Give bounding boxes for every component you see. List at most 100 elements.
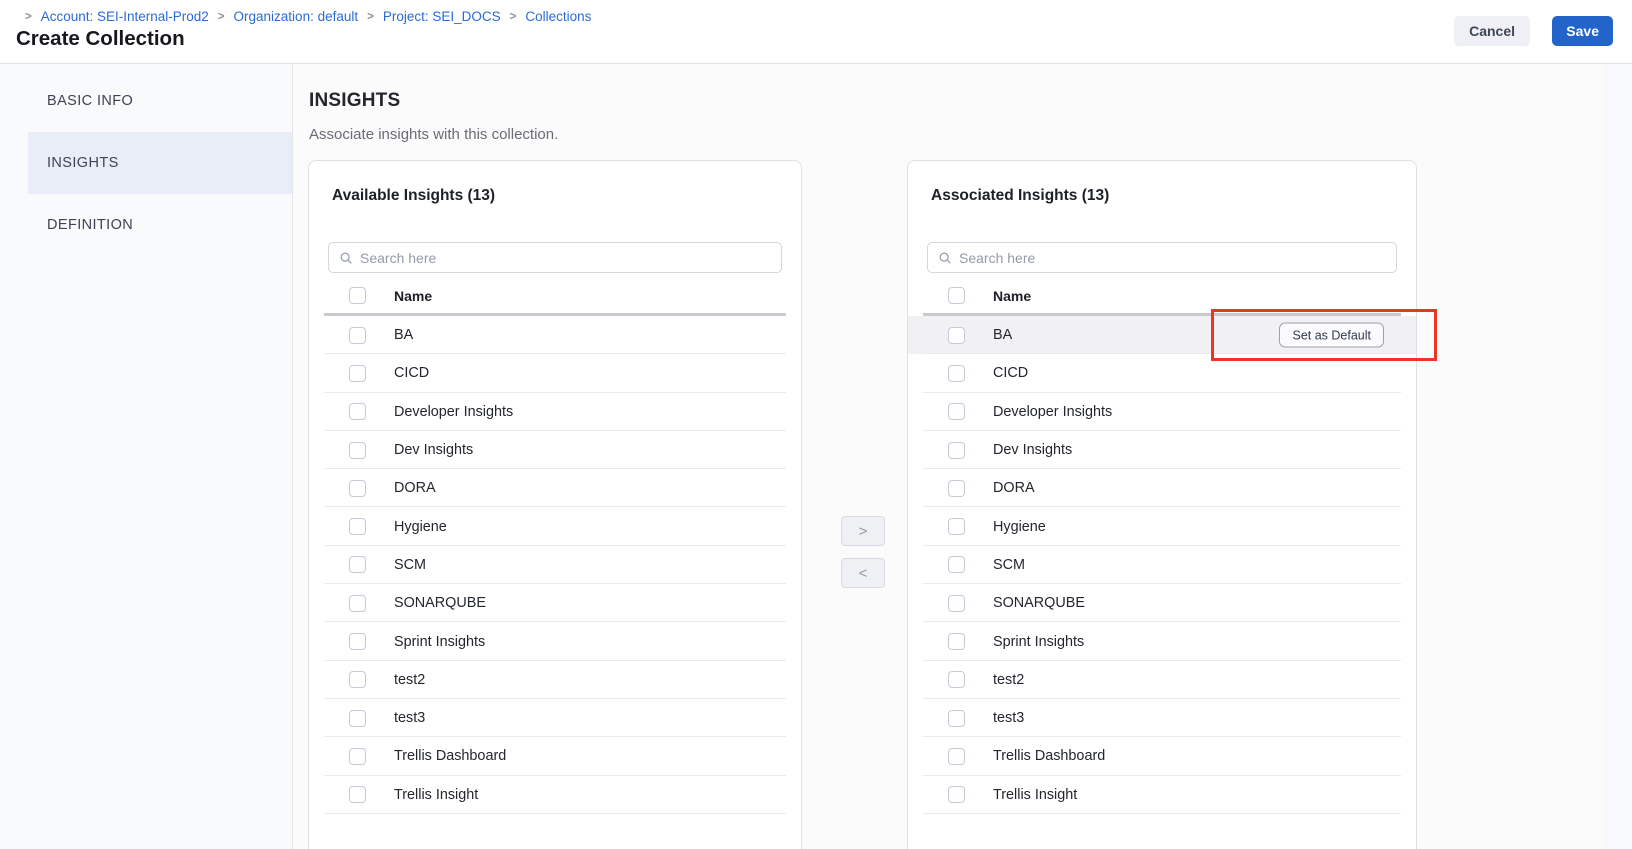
row-checkbox[interactable] xyxy=(948,403,965,420)
search-input[interactable] xyxy=(360,250,781,266)
table-row[interactable]: Trellis Insight xyxy=(908,776,1416,814)
insight-name: SCM xyxy=(993,557,1025,573)
row-checkbox[interactable] xyxy=(349,442,366,459)
table-row[interactable]: Dev Insights xyxy=(908,431,1416,469)
table-row[interactable]: Dev Insights xyxy=(309,431,801,469)
insight-name: Dev Insights xyxy=(993,442,1072,458)
available-panel-title: Available Insights (13) xyxy=(332,187,495,205)
sidebar-item[interactable]: INSIGHTS xyxy=(28,132,292,194)
insight-name: test3 xyxy=(993,710,1024,726)
row-checkbox[interactable] xyxy=(349,403,366,420)
row-checkbox[interactable] xyxy=(948,480,965,497)
insight-name: Hygiene xyxy=(394,519,447,535)
associated-panel-title: Associated Insights (13) xyxy=(931,187,1109,205)
section-heading: INSIGHTS xyxy=(309,90,400,112)
row-checkbox[interactable] xyxy=(948,556,965,573)
move-left-button[interactable]: < xyxy=(841,558,885,588)
insight-name: Developer Insights xyxy=(993,404,1112,420)
sidebar-item[interactable]: DEFINITION xyxy=(28,194,292,256)
move-right-button[interactable]: > xyxy=(841,516,885,546)
table-row[interactable]: BA xyxy=(309,316,801,354)
row-checkbox[interactable] xyxy=(349,480,366,497)
insight-name: Trellis Dashboard xyxy=(394,748,506,764)
breadcrumb-separator-icon: > xyxy=(218,11,225,23)
row-checkbox[interactable] xyxy=(349,633,366,650)
table-row[interactable]: test2 xyxy=(309,661,801,699)
row-checkbox[interactable] xyxy=(948,710,965,727)
row-checkbox[interactable] xyxy=(349,595,366,612)
insight-name: BA xyxy=(394,327,413,343)
name-column-header: Name xyxy=(993,288,1031,304)
select-all-checkbox[interactable] xyxy=(349,287,366,304)
section-subheading: Associate insights with this collection. xyxy=(309,126,558,143)
row-checkbox[interactable] xyxy=(948,595,965,612)
table-row[interactable]: Trellis Insight xyxy=(309,776,801,814)
sidebar-item[interactable]: BASIC INFO xyxy=(28,70,292,132)
insight-name: Developer Insights xyxy=(394,404,513,420)
row-checkbox[interactable] xyxy=(948,442,965,459)
row-checkbox[interactable] xyxy=(349,327,366,344)
row-checkbox[interactable] xyxy=(948,365,965,382)
table-row[interactable]: CICD xyxy=(908,354,1416,392)
breadcrumb-link[interactable]: Collections xyxy=(525,9,591,24)
sidebar-item-label: INSIGHTS xyxy=(47,155,119,171)
row-checkbox[interactable] xyxy=(349,556,366,573)
row-checkbox[interactable] xyxy=(349,786,366,803)
insight-name: Trellis Insight xyxy=(394,787,478,803)
table-header: Name xyxy=(324,278,786,316)
table-row[interactable]: BA Set as Default xyxy=(908,316,1416,354)
save-button[interactable]: Save xyxy=(1552,16,1613,46)
row-checkbox[interactable] xyxy=(948,327,965,344)
main-content: INSIGHTS Associate insights with this co… xyxy=(293,64,1632,849)
insight-name: CICD xyxy=(993,365,1028,381)
table-row[interactable]: test2 xyxy=(908,661,1416,699)
row-checkbox[interactable] xyxy=(349,518,366,535)
table-row[interactable]: SONARQUBE xyxy=(908,584,1416,622)
associated-insights-panel: Associated Insights (13) Name BA Set as … xyxy=(907,160,1417,849)
table-row[interactable]: Sprint Insights xyxy=(309,622,801,660)
table-row[interactable]: test3 xyxy=(908,699,1416,737)
associated-search-box xyxy=(927,242,1397,273)
breadcrumb-separator-icon: > xyxy=(25,11,32,23)
table-row[interactable]: Developer Insights xyxy=(908,393,1416,431)
row-checkbox[interactable] xyxy=(948,518,965,535)
sidebar-item-label: DEFINITION xyxy=(47,217,133,233)
row-checkbox[interactable] xyxy=(948,748,965,765)
table-row[interactable]: Trellis Dashboard xyxy=(908,737,1416,775)
table-row[interactable]: DORA xyxy=(908,469,1416,507)
row-checkbox[interactable] xyxy=(349,748,366,765)
insight-name: Sprint Insights xyxy=(993,634,1084,650)
breadcrumb-link[interactable]: Project: SEI_DOCS xyxy=(383,9,501,24)
table-row[interactable]: Sprint Insights xyxy=(908,622,1416,660)
table-row[interactable]: CICD xyxy=(309,354,801,392)
cancel-button[interactable]: Cancel xyxy=(1454,16,1530,46)
page-title: Create Collection xyxy=(16,27,185,51)
table-row[interactable]: SCM xyxy=(309,546,801,584)
row-checkbox[interactable] xyxy=(948,633,965,650)
table-row[interactable]: test3 xyxy=(309,699,801,737)
table-row[interactable]: SCM xyxy=(908,546,1416,584)
right-shade xyxy=(1605,64,1632,849)
row-checkbox[interactable] xyxy=(948,671,965,688)
search-input[interactable] xyxy=(959,250,1396,266)
select-all-checkbox[interactable] xyxy=(948,287,965,304)
insight-name: DORA xyxy=(394,480,436,496)
insight-name: SCM xyxy=(394,557,426,573)
table-row[interactable]: Hygiene xyxy=(309,507,801,545)
table-row[interactable]: Developer Insights xyxy=(309,393,801,431)
set-as-default-button[interactable]: Set as Default xyxy=(1279,323,1384,348)
available-insights-panel: Available Insights (13) Name BA C xyxy=(308,160,802,849)
row-checkbox[interactable] xyxy=(349,710,366,727)
name-column-header: Name xyxy=(394,288,432,304)
insight-name: Dev Insights xyxy=(394,442,473,458)
row-checkbox[interactable] xyxy=(349,671,366,688)
table-row[interactable]: SONARQUBE xyxy=(309,584,801,622)
breadcrumb-link[interactable]: Account: SEI-Internal-Prod2 xyxy=(41,9,209,24)
breadcrumb-link[interactable]: Organization: default xyxy=(234,9,359,24)
table-row[interactable]: Trellis Dashboard xyxy=(309,737,801,775)
available-search-box xyxy=(328,242,782,273)
table-row[interactable]: DORA xyxy=(309,469,801,507)
row-checkbox[interactable] xyxy=(948,786,965,803)
row-checkbox[interactable] xyxy=(349,365,366,382)
table-row[interactable]: Hygiene xyxy=(908,507,1416,545)
